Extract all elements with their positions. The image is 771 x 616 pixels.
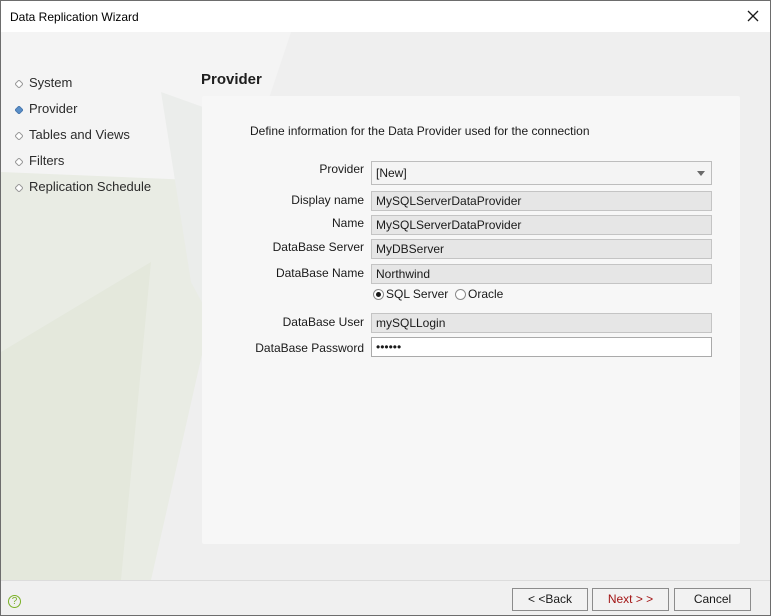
sql-server-radio-label[interactable]: SQL Server xyxy=(386,287,448,301)
oracle-radio-label[interactable]: Oracle xyxy=(468,287,503,301)
diamond-icon xyxy=(15,158,23,166)
close-button[interactable] xyxy=(736,1,770,32)
step-label: Filters xyxy=(29,153,65,168)
diamond-icon xyxy=(15,184,23,192)
page-title: Provider xyxy=(201,71,262,88)
db-server-field[interactable]: MyDBServer xyxy=(371,239,712,259)
db-user-field[interactable]: mySQLLogin xyxy=(371,313,712,333)
display-name-label: Display name xyxy=(291,193,364,207)
provider-form-panel: Define information for the Data Provider… xyxy=(202,96,740,544)
name-field[interactable]: MySQLServerDataProvider xyxy=(371,215,712,235)
provider-label: Provider xyxy=(319,162,364,176)
db-name-label: DataBase Name xyxy=(275,266,364,280)
diamond-icon xyxy=(15,132,23,140)
chevron-down-icon xyxy=(697,171,705,176)
diamond-icon xyxy=(15,80,23,88)
wizard-footer: ? < <Back Next > > Cancel xyxy=(1,580,770,615)
next-button[interactable]: Next > > xyxy=(592,588,669,611)
back-button[interactable]: < <Back xyxy=(512,588,588,611)
title-bar: Data Replication Wizard xyxy=(1,1,770,32)
db-server-label: DataBase Server xyxy=(272,240,364,254)
provider-dropdown[interactable]: [New] xyxy=(371,161,712,185)
display-name-field[interactable]: MySQLServerDataProvider xyxy=(371,191,712,211)
cancel-button[interactable]: Cancel xyxy=(674,588,751,611)
step-label: Replication Schedule xyxy=(29,179,152,194)
step-label: Provider xyxy=(29,101,78,116)
intro-text: Define information for the Data Provider… xyxy=(250,124,590,138)
oracle-radio[interactable] xyxy=(455,289,466,300)
close-icon xyxy=(747,10,759,22)
diamond-icon xyxy=(15,106,23,114)
step-label: System xyxy=(29,75,73,90)
db-name-field[interactable]: Northwind xyxy=(371,264,712,284)
window-title: Data Replication Wizard xyxy=(10,10,139,24)
wizard-body: System Provider Tables and Views Filters… xyxy=(1,32,770,580)
help-icon[interactable]: ? xyxy=(8,595,21,608)
step-label: Tables and Views xyxy=(29,127,130,142)
name-label: Name xyxy=(331,216,364,230)
wizard-window: Data Replication Wizard System Provider xyxy=(0,0,771,616)
db-password-label: DataBase Password xyxy=(255,341,364,355)
sql-server-radio[interactable] xyxy=(373,289,384,300)
provider-value: [New] xyxy=(376,166,407,180)
db-user-label: DataBase User xyxy=(282,315,364,329)
db-password-field[interactable]: •••••• xyxy=(371,337,712,357)
